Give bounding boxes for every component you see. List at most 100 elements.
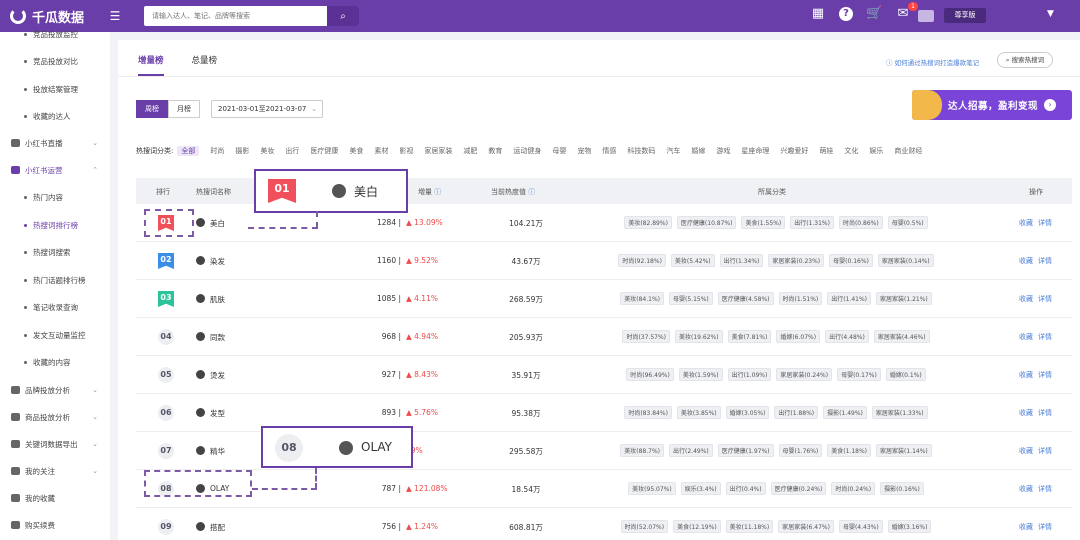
category-item[interactable]: 商业财经 — [894, 146, 922, 156]
detail-link[interactable]: 详情 — [1038, 219, 1052, 227]
dashed-connector — [252, 488, 317, 490]
sidebar-item-competitor-compare[interactable]: 竞品投放对比 — [0, 53, 110, 69]
detail-link[interactable]: 详情 — [1038, 447, 1052, 455]
sidebar-group-keyword-export[interactable]: 关键词数据导出 ⌄ — [0, 436, 110, 452]
keyword[interactable]: 发型 — [210, 408, 225, 419]
sidebar-item-campaign-report[interactable]: 投放结案管理 — [0, 81, 110, 97]
sidebar-group-product-analysis[interactable]: 商品投放分析 ⌄ — [0, 409, 110, 425]
tab-total[interactable]: 总量榜 — [192, 54, 218, 76]
keyword[interactable]: 同款 — [210, 332, 225, 343]
category-item[interactable]: 情感 — [602, 146, 616, 156]
detail-link[interactable]: 详情 — [1038, 371, 1052, 379]
hot-search-button[interactable]: ⌕ 搜索热搜词 — [997, 52, 1053, 68]
keyword[interactable]: 染发 — [210, 256, 225, 267]
sidebar-group-purchase[interactable]: 购买续费 — [0, 517, 110, 533]
category-item[interactable]: 摄影 — [235, 146, 249, 156]
keyword[interactable]: 烫发 — [210, 370, 225, 381]
detail-link[interactable]: 详情 — [1038, 257, 1052, 265]
category-item[interactable]: 婚嫁 — [691, 146, 705, 156]
collect-link[interactable]: 收藏 — [1019, 485, 1033, 493]
sidebar-item-note-index[interactable]: 笔记收录查询 — [0, 299, 110, 315]
tab-increment[interactable]: 增量榜 — [138, 54, 164, 76]
collect-link[interactable]: 收藏 — [1019, 333, 1033, 341]
detail-link[interactable]: 详情 — [1038, 333, 1052, 341]
category-all[interactable]: 全部 — [177, 146, 200, 156]
collect-link[interactable]: 收藏 — [1019, 409, 1033, 417]
collect-link[interactable]: 收藏 — [1019, 371, 1033, 379]
collect-link[interactable]: 收藏 — [1019, 219, 1033, 227]
cart-icon[interactable]: 🛒 — [866, 6, 882, 22]
search-input[interactable] — [144, 12, 327, 20]
category-item[interactable]: 出行 — [285, 146, 299, 156]
app-logo[interactable]: 千瓜数据 — [10, 7, 100, 26]
detail-link[interactable]: 详情 — [1038, 523, 1052, 531]
mail-icon[interactable]: ✉ 1 — [895, 2, 918, 22]
category-item[interactable]: 娱乐 — [869, 146, 883, 156]
category-item[interactable]: 医疗健康 — [310, 146, 338, 156]
detail-link[interactable]: 详情 — [1038, 409, 1052, 417]
avatar[interactable] — [918, 10, 934, 22]
category-item[interactable]: 游戏 — [716, 146, 730, 156]
sidebar-group-favorites[interactable]: 我的收藏 — [0, 490, 110, 506]
keyword[interactable]: 搭配 — [210, 522, 225, 533]
category-item[interactable]: 文化 — [844, 146, 858, 156]
row-ops: 收藏 详情 — [1019, 522, 1057, 532]
recruit-banner[interactable]: 达人招募，盈利变现 › — [912, 90, 1072, 120]
sidebar-item-hot-search-query[interactable]: 热搜词搜索 — [0, 244, 110, 260]
month-button[interactable]: 月榜 — [168, 100, 200, 118]
sidebar-group-operations[interactable]: 小红书运营 ⌃ — [0, 162, 110, 178]
detail-link[interactable]: 详情 — [1038, 295, 1052, 303]
sidebar-item-saved-content[interactable]: 收藏的内容 — [0, 354, 110, 370]
sidebar-item-competitor-monitor[interactable]: 竞品投放监控 — [0, 26, 110, 42]
category-item[interactable]: 萌娃 — [819, 146, 833, 156]
sidebar-group-following[interactable]: 我的关注 ⌄ — [0, 463, 110, 479]
sidebar-group-live[interactable]: 小红书直播 ⌄ — [0, 135, 110, 151]
category-item[interactable]: 宠物 — [577, 146, 591, 156]
category-item[interactable]: 科技数码 — [627, 146, 655, 156]
category-item[interactable]: 减肥 — [463, 146, 477, 156]
collect-link[interactable]: 收藏 — [1019, 295, 1033, 303]
category-item[interactable]: 星座命理 — [741, 146, 769, 156]
category-item[interactable]: 运动健身 — [513, 146, 541, 156]
category-tag: 家居家装(4.46%) — [873, 330, 930, 343]
bullet-icon — [24, 59, 27, 63]
account-dropdown-icon[interactable]: ▼ — [1047, 9, 1054, 19]
collect-link[interactable]: 收藏 — [1019, 523, 1033, 531]
category-item[interactable]: 美妆 — [260, 146, 274, 156]
sidebar-item-hot-search-rank[interactable]: 热搜词排行榜 — [0, 217, 110, 233]
drop-icon — [196, 294, 205, 303]
category-item[interactable]: 兴趣爱好 — [780, 146, 808, 156]
drop-icon — [339, 441, 353, 455]
category-item[interactable]: 母婴 — [552, 146, 566, 156]
keyword[interactable]: 精华 — [210, 446, 225, 457]
category-item[interactable]: 美食 — [349, 146, 363, 156]
search-button[interactable]: ⌕ — [327, 6, 359, 26]
info-icon[interactable]: ⓘ — [432, 188, 441, 196]
sidebar-group-brand-analysis[interactable]: 品牌投放分析 ⌄ — [0, 382, 110, 398]
category-item[interactable]: 素材 — [374, 146, 388, 156]
category-tag: 家居家装(1.14%) — [876, 444, 932, 457]
collect-link[interactable]: 收藏 — [1019, 447, 1033, 455]
sidebar-item-hot-topic-rank[interactable]: 热门话题排行榜 — [0, 272, 110, 288]
category-item[interactable]: 影视 — [399, 146, 413, 156]
menu-toggle-icon[interactable]: ☰ — [100, 9, 130, 23]
grid-apps-icon[interactable]: ▦ — [810, 6, 826, 22]
info-icon[interactable]: ⓘ — [526, 188, 535, 196]
howto-link[interactable]: ⓘ 如何通过热搜词打造爆款笔记 — [886, 57, 979, 67]
category-item[interactable]: 家居家装 — [424, 146, 452, 156]
rank-badge: 09 — [158, 519, 174, 535]
keyword[interactable]: 美白 — [210, 218, 225, 229]
detail-link[interactable]: 详情 — [1038, 485, 1052, 493]
week-button[interactable]: 周榜 — [136, 100, 168, 118]
collect-link[interactable]: 收藏 — [1019, 257, 1033, 265]
keyword[interactable]: 肌肤 — [210, 294, 225, 305]
category-item[interactable]: 汽车 — [666, 146, 680, 156]
sidebar-item-engagement-monitor[interactable]: 发文互动量监控 — [0, 327, 110, 343]
help-icon[interactable]: ? — [839, 7, 853, 21]
date-range-select[interactable]: 2021-03-01至2021-03-07 ⌄ — [211, 100, 323, 118]
sidebar-item-saved-influencers[interactable]: 收藏的达人 — [0, 108, 110, 124]
sidebar-item-hot-content[interactable]: 热门内容 — [0, 189, 110, 205]
vip-badge[interactable]: 尊享版 — [944, 8, 986, 23]
category-item[interactable]: 教育 — [488, 146, 502, 156]
category-item[interactable]: 时尚 — [210, 146, 224, 156]
